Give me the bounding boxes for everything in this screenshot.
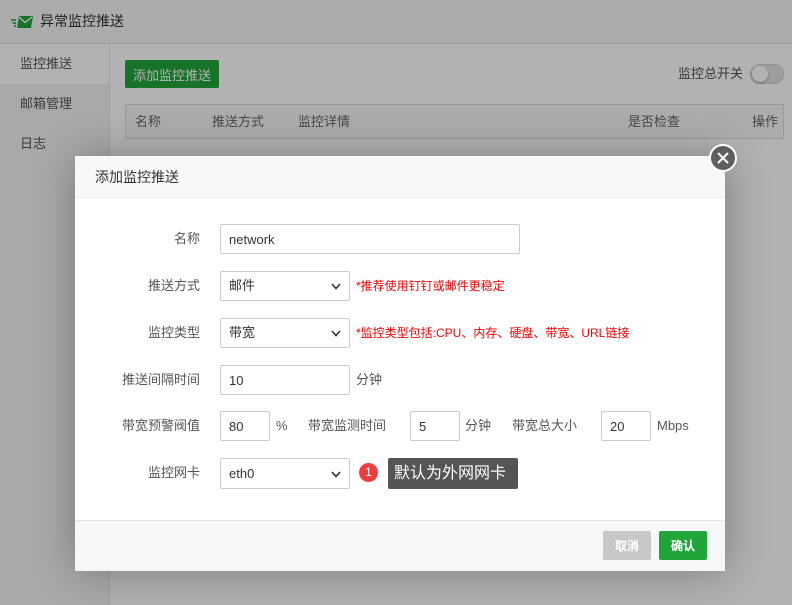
push-method-hint: *推荐使用钉钉或邮件更稳定 (356, 279, 505, 293)
push-method-label: 推送方式 (147, 278, 200, 293)
add-monitor-push-dialog: 添加监控推送 名称 推送方式 邮件 *推荐使用钉钉或邮件更稳定 监控类型 带宽 … (75, 144, 737, 571)
nic-value: eth0 (229, 466, 255, 481)
bandwidth-threshold-input[interactable] (220, 411, 270, 441)
push-method-value: 邮件 (229, 278, 256, 293)
bandwidth-total-input[interactable] (601, 411, 651, 441)
interval-label: 推送间隔时间 (121, 372, 200, 387)
monitor-type-select[interactable]: 带宽 (220, 318, 350, 348)
bandwidth-threshold-label: 带宽预警阀值 (121, 418, 200, 433)
push-method-select[interactable]: 邮件 (220, 271, 350, 301)
chevron-down-icon (331, 471, 341, 478)
name-label: 名称 (173, 231, 200, 246)
monitor-type-hint: *监控类型包括:CPU、内存、硬盘、带宽、URL链接 (356, 326, 630, 340)
interval-unit: 分钟 (356, 372, 383, 387)
close-icon (717, 152, 729, 164)
bandwidth-threshold-unit: % (276, 418, 288, 433)
dialog-title: 添加监控推送 (75, 156, 725, 198)
nic-label: 监控网卡 (147, 465, 200, 480)
close-button[interactable] (709, 144, 737, 172)
cancel-button[interactable]: 取消 (603, 531, 651, 560)
chevron-down-icon (331, 283, 341, 290)
bandwidth-check-time-unit: 分钟 (465, 418, 492, 433)
nic-tooltip: 默认为外网网卡 (388, 458, 518, 489)
dialog-footer: 取消 确认 (75, 520, 725, 571)
monitor-type-label: 监控类型 (147, 325, 200, 340)
bandwidth-total-unit: Mbps (657, 418, 689, 433)
nic-select[interactable]: eth0 (220, 458, 350, 489)
bandwidth-check-time-label: 带宽监测时间 (307, 418, 386, 433)
confirm-button[interactable]: 确认 (659, 531, 707, 560)
bandwidth-total-label: 带宽总大小 (511, 418, 577, 433)
chevron-down-icon (331, 330, 341, 337)
name-input[interactable] (220, 224, 520, 254)
monitor-type-value: 带宽 (229, 325, 256, 340)
bandwidth-check-time-input[interactable] (410, 411, 460, 441)
interval-input[interactable] (220, 365, 350, 395)
tip-badge: 1 (359, 463, 378, 482)
